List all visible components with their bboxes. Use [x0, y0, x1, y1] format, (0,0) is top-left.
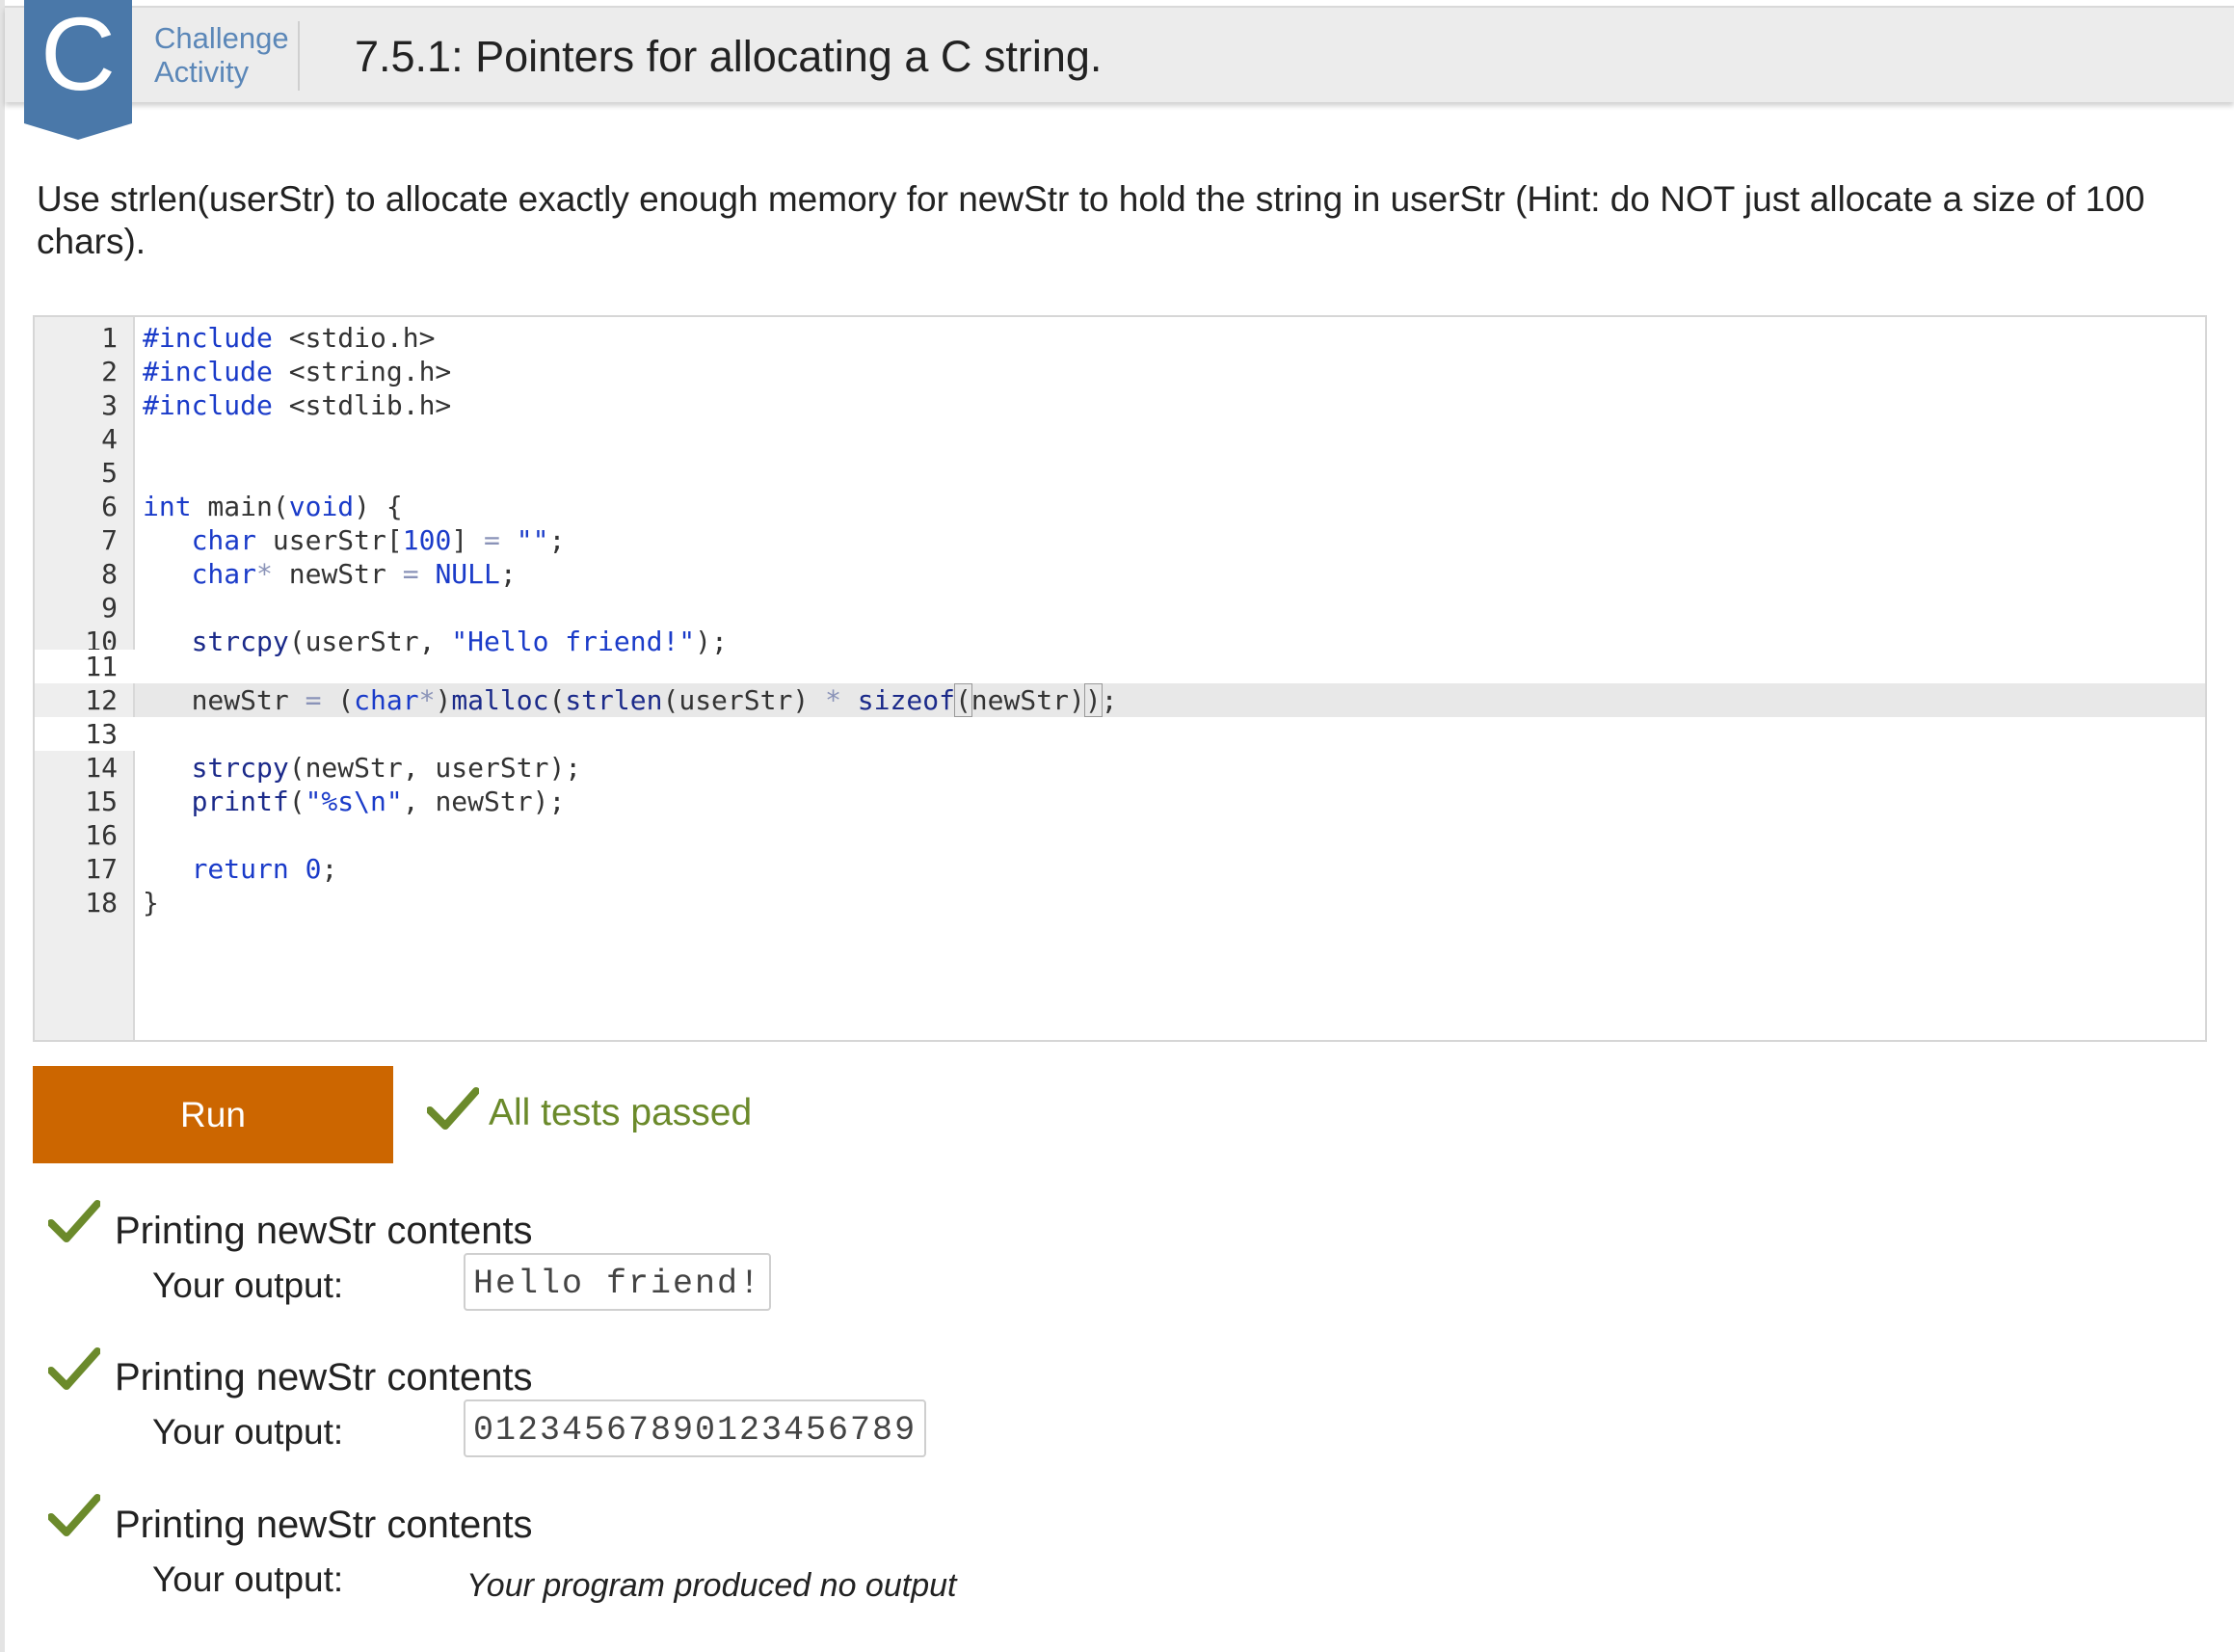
- line-number: 11: [35, 650, 135, 683]
- line-number: 3: [101, 389, 118, 421]
- output-label: Your output:: [152, 1266, 344, 1305]
- line-number: 14: [85, 752, 118, 784]
- checkmark-icon: [48, 1200, 100, 1242]
- code-line-15: printf("%s\n", newStr);: [143, 786, 566, 817]
- line-number: 8: [101, 558, 118, 590]
- line-number: 9: [101, 592, 118, 624]
- line-number: 1: [101, 322, 118, 354]
- line-number: 17: [85, 853, 118, 885]
- activity-type-line2: Activity: [154, 55, 250, 89]
- left-border: [0, 0, 5, 1652]
- line-number: 2: [101, 356, 118, 387]
- checkmark-icon: [48, 1347, 100, 1390]
- badge-letter: C: [40, 0, 116, 112]
- output-label: Your output:: [152, 1412, 344, 1452]
- output-box: Hello friend!: [464, 1253, 772, 1311]
- no-output-message: Your program produced no output: [466, 1567, 957, 1604]
- code-line-1: #include <stdio.h>: [143, 322, 436, 354]
- test-status: All tests passed: [489, 1092, 753, 1133]
- activity-type-line1: Challenge: [154, 21, 289, 55]
- code-line-6: int main(void) {: [143, 491, 403, 522]
- code-line-18: }: [143, 887, 159, 919]
- code-line-7: char userStr[100] = "";: [143, 524, 566, 556]
- code-line-3: #include <stdlib.h>: [143, 389, 452, 421]
- header-divider: [298, 21, 300, 91]
- line-number: 16: [85, 819, 118, 851]
- line-number: 6: [101, 491, 118, 522]
- checkmark-icon: [427, 1087, 479, 1130]
- test-title: Printing newStr contents: [115, 1210, 533, 1252]
- test-title: Printing newStr contents: [115, 1504, 533, 1546]
- challenge-badge-icon: C: [24, 0, 132, 140]
- run-button[interactable]: Run: [33, 1066, 393, 1163]
- code-line-2: #include <string.h>: [143, 356, 452, 387]
- code-line-8: char* newStr = NULL;: [143, 558, 517, 590]
- line-number: 7: [101, 524, 118, 556]
- code-line-10: strcpy(userStr, "Hello friend!");: [143, 626, 728, 657]
- line-number: 18: [85, 887, 118, 919]
- line-number: 15: [85, 786, 118, 817]
- line-number: 4: [101, 423, 118, 455]
- code-line-17: return 0;: [143, 853, 338, 885]
- activity-title: 7.5.1: Pointers for allocating a C strin…: [355, 32, 1103, 81]
- activity-type-label: Challenge Activity: [154, 21, 294, 89]
- checkmark-icon: [48, 1494, 100, 1536]
- line-number: 13: [35, 717, 135, 751]
- code-line-14: strcpy(newStr, userStr);: [143, 752, 582, 784]
- output-box: 01234567890123456789: [464, 1399, 927, 1457]
- line-number: 5: [101, 457, 118, 489]
- line-number: 12: [85, 684, 118, 716]
- code-line-12: newStr = (char*)malloc(strlen(userStr) *…: [143, 683, 1118, 717]
- activity-header: Challenge Activity 7.5.1: Pointers for a…: [5, 6, 2234, 102]
- output-label: Your output:: [152, 1559, 344, 1599]
- test-title: Printing newStr contents: [115, 1356, 533, 1399]
- code-editor[interactable]: 1 2 3 4 5 6 7 8 9 10 11 12 13 14 15 16 1…: [33, 315, 2207, 1042]
- instructions-text: Use strlen(userStr) to allocate exactly …: [37, 179, 2145, 261]
